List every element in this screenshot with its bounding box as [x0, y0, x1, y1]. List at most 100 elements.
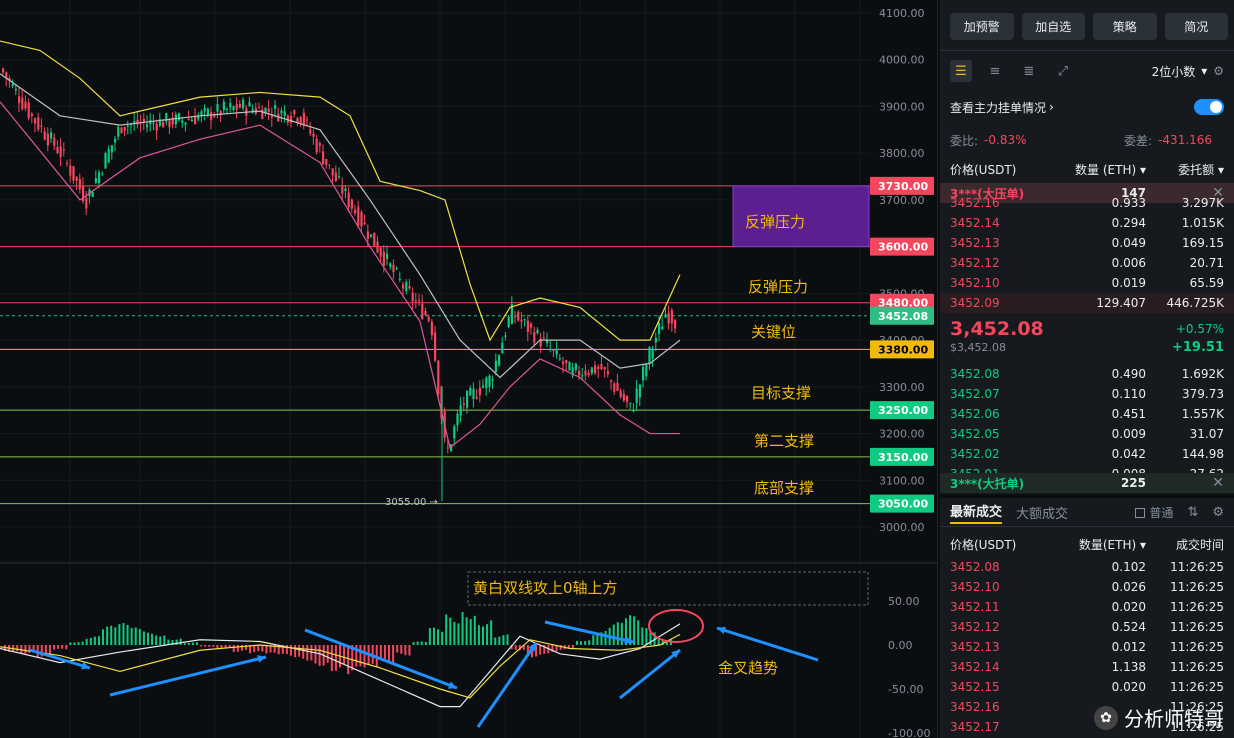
trade-row[interactable]: 3452.15 0.020 11:26:25 [940, 677, 1234, 697]
trade-qty-header[interactable]: 数量(ETH) ▾ [1060, 536, 1146, 553]
macd-bar [633, 616, 636, 645]
candle-body [674, 320, 677, 329]
trade-qty: 0.020 [1111, 680, 1146, 694]
candle-body [232, 106, 235, 111]
ask-row[interactable]: 3452.10 0.019 65.59 [940, 273, 1234, 293]
boll-mid-line [0, 73, 681, 379]
macd-bar [383, 645, 386, 659]
total-header[interactable]: 委托额 ▾ [1146, 161, 1224, 178]
bid-row[interactable]: 3452.06 0.451 1.557K [940, 404, 1234, 424]
settings-icon[interactable]: ⚙ [1213, 64, 1224, 78]
candle-body [533, 332, 536, 343]
y-tick-label: 3100.00 [879, 474, 925, 487]
candle-body [398, 278, 401, 280]
ask-row[interactable]: 3452.14 0.294 1.015K [940, 213, 1234, 233]
trend-arrow [544, 620, 634, 644]
asks-view-icon[interactable]: ≣ [1018, 60, 1040, 82]
trend-arrow [716, 626, 819, 662]
qty-header[interactable]: 数量 (ETH) ▾ [1060, 161, 1146, 178]
trade-row[interactable]: 3452.13 0.012 11:26:25 [940, 637, 1234, 657]
candle-body [379, 247, 382, 257]
candle-body [658, 322, 661, 334]
sort-icon[interactable]: ⇅ [1187, 505, 1198, 520]
major-buy-label: 3***(大托单) [950, 476, 1025, 491]
trade-row[interactable]: 3452.12 0.524 11:26:25 [940, 617, 1234, 637]
trade-row[interactable]: 3452.10 0.026 11:26:25 [940, 577, 1234, 597]
candle-body [216, 104, 219, 112]
macd-bar [69, 642, 72, 645]
candle-body [584, 370, 587, 376]
trade-row[interactable]: 3452.08 0.102 11:26:25 [940, 557, 1234, 577]
chart-pane[interactable]: 4100.00 4000.00 3900.00 3800.00 3700.00 3600.… [0, 0, 938, 738]
macd-bar [151, 633, 154, 645]
price-chart[interactable]: 4100.00 4000.00 3900.00 3800.00 3700.00 3600.… [0, 0, 938, 738]
ask-row[interactable]: 3452.13 0.049 169.15 [940, 233, 1234, 253]
candle-body [178, 113, 181, 121]
both-sides-view-icon[interactable]: ☰ [950, 60, 972, 82]
ask-price: 3452.09 [950, 296, 1000, 310]
trade-time-header: 成交时间 [1175, 537, 1224, 552]
bid-row[interactable]: 3452.08 0.490 1.692K [940, 364, 1234, 384]
macd-bar [396, 645, 399, 653]
macd-bar [392, 645, 395, 664]
macd-bar [404, 645, 407, 656]
bids-view-icon[interactable]: ≡ [984, 60, 1006, 82]
add-favorite-button[interactable]: 加自选 [1021, 13, 1085, 40]
macd-bar [118, 624, 121, 645]
trade-row[interactable]: 3452.14 1.138 11:26:25 [940, 657, 1234, 677]
candle-body [40, 125, 43, 127]
macd-bar [445, 614, 448, 645]
bid-price: 3452.07 [950, 387, 1000, 401]
candle-body [600, 364, 603, 370]
candle-body [635, 388, 638, 403]
trade-row[interactable]: 3452.11 0.020 11:26:25 [940, 597, 1234, 617]
tab-latest-trades[interactable]: 最新成交 [950, 501, 1003, 524]
tab-large-trades[interactable]: 大额成交 [1016, 503, 1068, 522]
candle-body [565, 360, 568, 364]
candle-body [18, 96, 21, 104]
ask-row[interactable]: 3452.16 0.933 3.297K [940, 193, 1234, 213]
close-icon[interactable]: ✕ [1212, 475, 1224, 491]
price-tag-label: 3050.00 [878, 498, 928, 511]
overview-button[interactable]: 简况 [1164, 13, 1228, 40]
macd-bar [461, 612, 464, 645]
candle-body [190, 119, 193, 122]
bid-row[interactable]: 3452.02 0.042 144.98 [940, 444, 1234, 464]
candle-body [194, 115, 197, 125]
bid-total: 144.98 [1182, 447, 1224, 461]
bid-row[interactable]: 3452.07 0.110 379.73 [940, 384, 1234, 404]
trade-total: 11:26:25 [1170, 580, 1224, 594]
major-orders-toggle[interactable] [1194, 99, 1224, 115]
ask-row[interactable]: 3452.09 129.407 446.725K [940, 293, 1234, 313]
candle-body [238, 104, 241, 108]
candle-body [434, 332, 437, 361]
trade-qty: 0.524 [1111, 620, 1146, 634]
candle-body [616, 382, 619, 391]
candle-body [472, 388, 475, 399]
bid-total: 379.73 [1182, 387, 1224, 401]
trade-total: 11:26:25 [1170, 620, 1224, 634]
ask-row[interactable]: 3452.12 0.006 20.71 [940, 253, 1234, 273]
settings-icon[interactable]: ⚙ [1212, 505, 1224, 520]
add-alert-button[interactable]: 加预警 [950, 13, 1014, 40]
precision-select[interactable]: 2位小数 ▾ ⚙ [1152, 63, 1224, 80]
candle-body [322, 151, 325, 165]
expand-icon[interactable]: ⤢ [1052, 60, 1074, 82]
macd-bar [93, 636, 96, 645]
ordinary-checkbox[interactable] [1135, 508, 1146, 518]
macd-bar [142, 631, 145, 645]
macd-bar [53, 645, 56, 650]
ask-price: 3452.12 [950, 256, 1000, 270]
ordinary-filter[interactable]: 普通 [1135, 504, 1173, 521]
candle-body [661, 326, 664, 330]
annotation-golden-cross: 金叉趋势 [718, 659, 778, 677]
strategy-button[interactable]: 策略 [1093, 13, 1157, 40]
candle-body [27, 102, 30, 119]
candle-body [318, 143, 321, 146]
candle-body [338, 176, 341, 178]
bid-row[interactable]: 3452.05 0.009 31.07 [940, 424, 1234, 444]
trade-price: 3452.10 [950, 580, 1000, 594]
candle-body [446, 447, 449, 449]
candle-body [482, 385, 485, 388]
candle-body [424, 310, 427, 315]
